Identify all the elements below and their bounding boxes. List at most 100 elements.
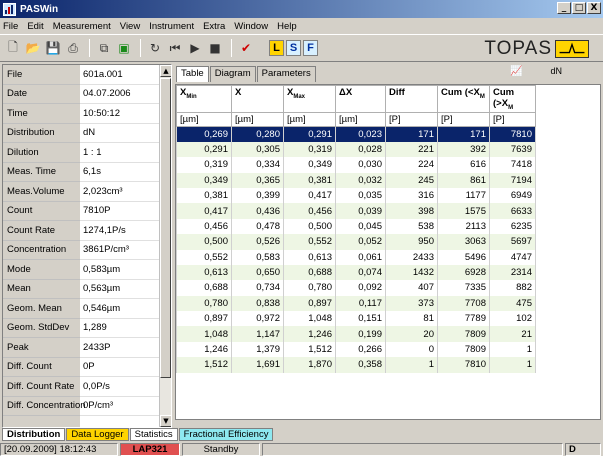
param-row: Diff. Concentration 0P/cm³ [3, 396, 171, 416]
column-header-subscript: M [479, 93, 485, 100]
window-title: PASWin [20, 3, 59, 15]
check-icon[interactable]: ✔ [237, 39, 255, 57]
column-header[interactable]: XMax [283, 85, 336, 113]
column-header[interactable]: Diff [385, 85, 438, 113]
column-header[interactable]: X [231, 85, 284, 113]
table-row[interactable]: 0,613 0,650 0,688 0,074 1432 6928 2314 [176, 264, 536, 281]
scroll-down-icon[interactable]: ▼ [160, 415, 171, 427]
table-cell: 373 [385, 295, 438, 312]
menu-window[interactable]: Window [234, 21, 268, 32]
table-row[interactable]: 0,897 0,972 1,048 0,151 81 7789 102 [176, 311, 536, 327]
print-icon[interactable]: ⎙ [64, 39, 82, 57]
tab-distribution[interactable]: Distribution [2, 428, 66, 441]
param-value: 3861P/cm³ [80, 241, 171, 260]
play-icon[interactable]: ▶ [186, 39, 204, 57]
table-row[interactable]: 1,512 1,691 1,870 0,358 1 7810 1 [176, 357, 536, 373]
param-row: Mode 0,583µm [3, 260, 171, 280]
column-header[interactable]: ΔX [335, 85, 386, 113]
table-cell: 1,048 [176, 326, 232, 342]
table-cell: 0,092 [335, 280, 386, 296]
tab-data-logger[interactable]: Data Logger [66, 428, 129, 441]
table-cell: 0,500 [176, 234, 232, 250]
table-cell: 7789 [437, 311, 490, 327]
stop-icon[interactable]: ■ [206, 39, 224, 57]
f-button[interactable]: F [303, 40, 318, 56]
minimize-button[interactable]: _ [557, 2, 571, 14]
open-folder-icon[interactable]: 📂 [24, 39, 42, 57]
param-row [3, 416, 171, 427]
tab-table[interactable]: Table [176, 66, 209, 82]
table-cell: 5697 [489, 234, 536, 250]
table-row[interactable]: 1,048 1,147 1,246 0,199 20 7809 21 [176, 326, 536, 342]
table-cell: 0,897 [283, 295, 336, 312]
menu-measurement[interactable]: Measurement [53, 21, 111, 32]
tab-fractional-efficiency[interactable]: Fractional Efficiency [178, 428, 274, 441]
table-cell: 0,349 [283, 157, 336, 173]
table-cell: 0,381 [283, 172, 336, 188]
l-button[interactable]: L [269, 40, 284, 56]
table-cell: 0,456 [283, 203, 336, 219]
menu-instrument[interactable]: Instrument [149, 21, 194, 32]
tab-parameters[interactable]: Parameters [256, 66, 316, 82]
table-row[interactable]: 0,291 0,305 0,319 0,028 221 392 7639 [176, 141, 536, 158]
table-cell: 0,500 [283, 218, 336, 235]
table-row[interactable]: 0,688 0,734 0,780 0,092 407 7335 882 [176, 280, 536, 296]
table-cell: 0,269 [176, 126, 232, 142]
column-header-label: Cum (<X [441, 87, 480, 98]
close-button[interactable]: X [587, 2, 601, 14]
table-row[interactable]: 0,780 0,838 0,897 0,117 373 7708 475 [176, 295, 536, 312]
table-cell: 475 [489, 295, 536, 312]
scroll-thumb[interactable] [160, 78, 171, 378]
table-row[interactable]: 0,319 0,334 0,349 0,030 224 616 7418 [176, 157, 536, 173]
table-row[interactable]: 0,552 0,583 0,613 0,061 2433 5496 4747 [176, 249, 536, 265]
column-header[interactable]: XMin [176, 85, 232, 113]
maximize-button[interactable]: □ [572, 2, 586, 14]
table-cell: 7194 [489, 172, 536, 188]
table-cell: 1,246 [283, 326, 336, 342]
step-back-icon[interactable]: ⏮ [166, 39, 184, 57]
menu-view[interactable]: View [120, 21, 140, 32]
param-value: 7810P [80, 202, 171, 221]
s-button[interactable]: S [286, 40, 301, 56]
param-row: Count 7810P [3, 201, 171, 221]
table-cell: 0,052 [335, 234, 386, 250]
table-row[interactable]: 0,381 0,399 0,417 0,035 316 1177 6949 [176, 187, 536, 204]
tab-diagram[interactable]: Diagram [209, 66, 256, 82]
table-row[interactable]: 0,500 0,526 0,552 0,052 950 3063 5697 [176, 234, 536, 250]
menu-edit[interactable]: Edit [27, 21, 43, 32]
table-row[interactable]: 1,246 1,379 1,512 0,266 0 7809 1 [176, 341, 536, 358]
table-row[interactable]: 0,349 0,365 0,381 0,032 245 861 7194 [176, 172, 536, 188]
tab-statistics[interactable]: Statistics [129, 428, 178, 441]
table-cell: 0,319 [283, 141, 336, 158]
view-tabs: Table Diagram Parameters [176, 66, 317, 82]
new-file-icon[interactable]: 🗋 [4, 39, 22, 57]
menu-file[interactable]: File [3, 21, 18, 32]
menu-extra[interactable]: Extra [203, 21, 225, 32]
param-value: 04.07.2006 [80, 85, 171, 104]
param-label: Time [3, 104, 80, 124]
param-value: 0P [80, 358, 171, 377]
table-row[interactable]: 0,417 0,436 0,456 0,039 398 1575 6633 [176, 203, 536, 219]
table-cell: 0,032 [335, 172, 386, 188]
bottom-tabs: Distribution Data Logger Statistics Frac… [2, 428, 274, 441]
chart-icon[interactable]: 📈 [510, 66, 522, 77]
column-header[interactable]: Cum (<XM [437, 85, 490, 113]
param-label: Mean [3, 279, 80, 299]
table-cell: 0,291 [176, 141, 232, 158]
table-cell: 245 [385, 172, 438, 188]
table-row[interactable]: 0,456 0,478 0,500 0,045 538 2113 6235 [176, 218, 536, 235]
refresh-icon[interactable]: ↻ [146, 39, 164, 57]
param-scrollbar[interactable]: ▲ ▼ [159, 65, 171, 427]
param-label: Diff. Count Rate [3, 377, 80, 397]
menu-help[interactable]: Help [277, 21, 297, 32]
scroll-up-icon[interactable]: ▲ [160, 65, 171, 77]
column-header[interactable]: Cum (>XM [489, 85, 536, 113]
copy-icon[interactable]: ⧉ [95, 39, 113, 57]
save-icon[interactable]: 💾 [44, 39, 62, 57]
table-row[interactable]: 0,269 0,280 0,291 0,023 171 171 7810 [176, 126, 536, 142]
table-cell: 3063 [437, 234, 490, 250]
param-value: 10:50:12 [80, 104, 171, 124]
export-icon[interactable]: ▣ [115, 39, 133, 57]
param-label: Date [3, 84, 80, 104]
column-unit: [µm] [176, 111, 232, 127]
